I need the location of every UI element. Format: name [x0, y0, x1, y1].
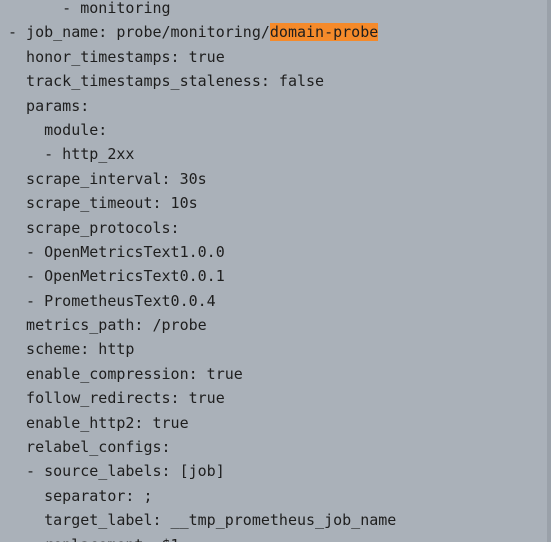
code-block: - monitoring - job_name: probe/monitoring…: [8, 0, 396, 542]
code-line: scrape_timeout: 10s: [8, 194, 198, 213]
code-line: replacement: $1: [8, 533, 396, 542]
vertical-scrollbar[interactable]: [547, 0, 551, 542]
code-line: - source_labels: [job]: [8, 462, 225, 481]
code-line: enable_http2: true: [8, 413, 189, 432]
code-line: scrape_interval: 30s: [8, 169, 207, 188]
code-line: metrics_path: /probe: [8, 316, 207, 335]
code-line: target_label: __tmp_prometheus_job_name: [8, 511, 397, 530]
code-line: - job_name: probe/monitoring/domain-prob…: [8, 20, 396, 44]
code-line: honor_timestamps: true: [8, 47, 225, 66]
code-line: follow_redirects: true: [8, 389, 225, 408]
code-line: params:: [8, 96, 90, 115]
code-line: scrape_protocols:: [8, 218, 180, 237]
code-line: separator: ;: [8, 486, 153, 505]
code-line: module:: [8, 120, 108, 139]
code-line: track_timestamps_staleness: false: [8, 72, 325, 91]
code-line: relabel_configs:: [8, 438, 171, 457]
yaml-viewer[interactable]: - monitoring - job_name: probe/monitoring…: [0, 0, 551, 542]
code-line-text: - job_name: probe/monitoring/: [8, 23, 270, 42]
code-line: - http_2xx: [8, 145, 135, 164]
search-highlight: domain-probe: [269, 23, 379, 42]
code-line: - OpenMetricsText1.0.0: [8, 242, 225, 261]
code-line: scheme: http: [8, 340, 135, 359]
code-line: - PrometheusText0.0.4: [8, 291, 216, 310]
code-line: - monitoring: [8, 0, 171, 17]
code-line: enable_compression: true: [8, 364, 243, 383]
code-line: - OpenMetricsText0.0.1: [8, 267, 225, 286]
